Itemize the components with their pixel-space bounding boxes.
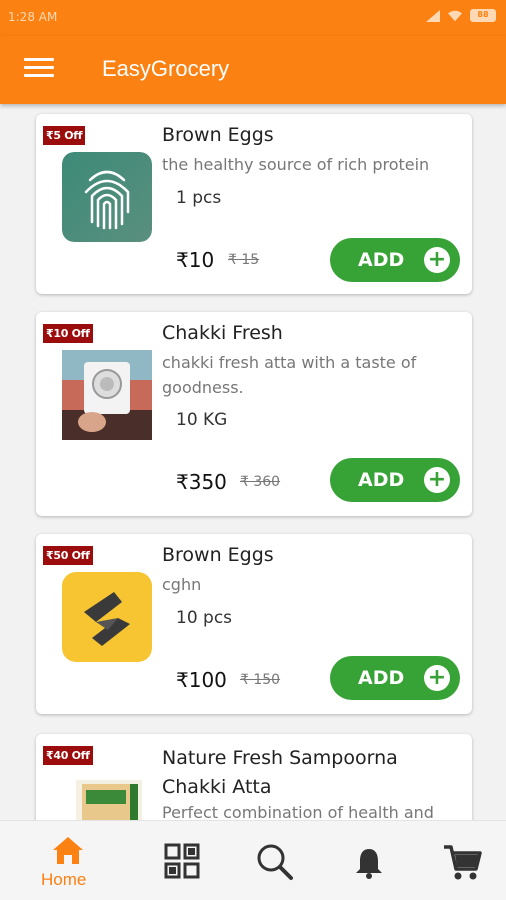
product-description: chakki fresh atta with a taste of goodne…	[162, 353, 417, 397]
plus-icon: +	[424, 247, 450, 273]
product-description: cghn	[162, 575, 202, 594]
discount-badge: ₹5 Off	[43, 126, 86, 145]
add-button-label: ADD	[358, 469, 405, 491]
product-mrp: ₹ 360	[240, 474, 281, 490]
add-to-cart-button[interactable]: ADD +	[330, 238, 460, 282]
nav-notifications[interactable]	[350, 821, 390, 900]
product-price: ₹350	[176, 470, 227, 494]
product-mrp: ₹ 150	[240, 672, 281, 688]
nav-search[interactable]	[254, 821, 298, 900]
product-name: Nature Fresh Sampoorna Chakki Atta	[162, 747, 398, 798]
product-price: ₹100	[176, 668, 227, 692]
home-icon	[53, 837, 83, 864]
app-title: EasyGrocery	[102, 56, 230, 81]
add-to-cart-button[interactable]: ADD +	[330, 458, 460, 502]
product-mrp: ₹ 15	[228, 252, 260, 268]
product-price: ₹10	[176, 248, 215, 272]
wifi-icon	[448, 10, 462, 21]
bottom-navigation: Home	[0, 820, 506, 900]
discount-badge: ₹50 Off	[43, 546, 93, 565]
nav-cart[interactable]	[440, 821, 484, 900]
plus-icon: +	[424, 467, 450, 493]
battery-icon: 88	[470, 9, 496, 22]
product-card: ₹40 Off Nature Fresh Sampoorna Chakki At…	[36, 734, 472, 820]
product-name: Chakki Fresh	[162, 322, 283, 344]
product-quantity: 10 pcs	[176, 608, 233, 628]
search-icon	[257, 844, 293, 880]
status-time: 1:28 AM	[8, 10, 58, 24]
cart-icon	[444, 845, 482, 880]
product-description: Perfect combination of health and	[162, 803, 434, 820]
app-bar: EasyGrocery	[0, 36, 506, 104]
add-to-cart-button[interactable]: ADD +	[330, 656, 460, 700]
hamburger-menu-icon[interactable]	[24, 58, 54, 82]
product-card: ₹50 Off Brown Eggs cghn 10 pcs ₹100 ₹ 15…	[36, 534, 472, 714]
categories-grid-icon	[164, 843, 200, 879]
nav-home-label: Home	[41, 870, 87, 889]
product-quantity: 10 KG	[176, 410, 228, 430]
person-with-camera-photo	[62, 350, 152, 440]
product-name: Brown Eggs	[162, 124, 274, 146]
nav-home[interactable]: Home	[30, 821, 110, 900]
add-button-label: ADD	[358, 249, 405, 271]
signal-icon	[426, 9, 440, 22]
product-description: the healthy source of rich protein	[162, 155, 430, 174]
atta-package-photo	[76, 780, 142, 820]
product-list[interactable]: ₹5 Off Brown Eggs the healthy source of …	[0, 104, 506, 820]
bell-icon	[356, 849, 382, 879]
product-card: ₹10 Off Chakki Fresh chakki fresh atta w…	[36, 312, 472, 516]
add-button-label: ADD	[358, 667, 405, 689]
discount-badge: ₹10 Off	[43, 324, 93, 343]
discount-badge: ₹40 Off	[43, 746, 93, 765]
status-bar: 1:28 AM 88	[0, 0, 506, 36]
product-card: ₹5 Off Brown Eggs the healthy source of …	[36, 114, 472, 294]
plus-icon: +	[424, 665, 450, 691]
product-quantity: 1 pcs	[176, 188, 222, 208]
nav-categories[interactable]	[160, 821, 204, 900]
product-name: Brown Eggs	[162, 544, 274, 566]
yellow-z-logo-icon	[62, 572, 152, 662]
fingerprint-app-icon	[62, 152, 152, 242]
